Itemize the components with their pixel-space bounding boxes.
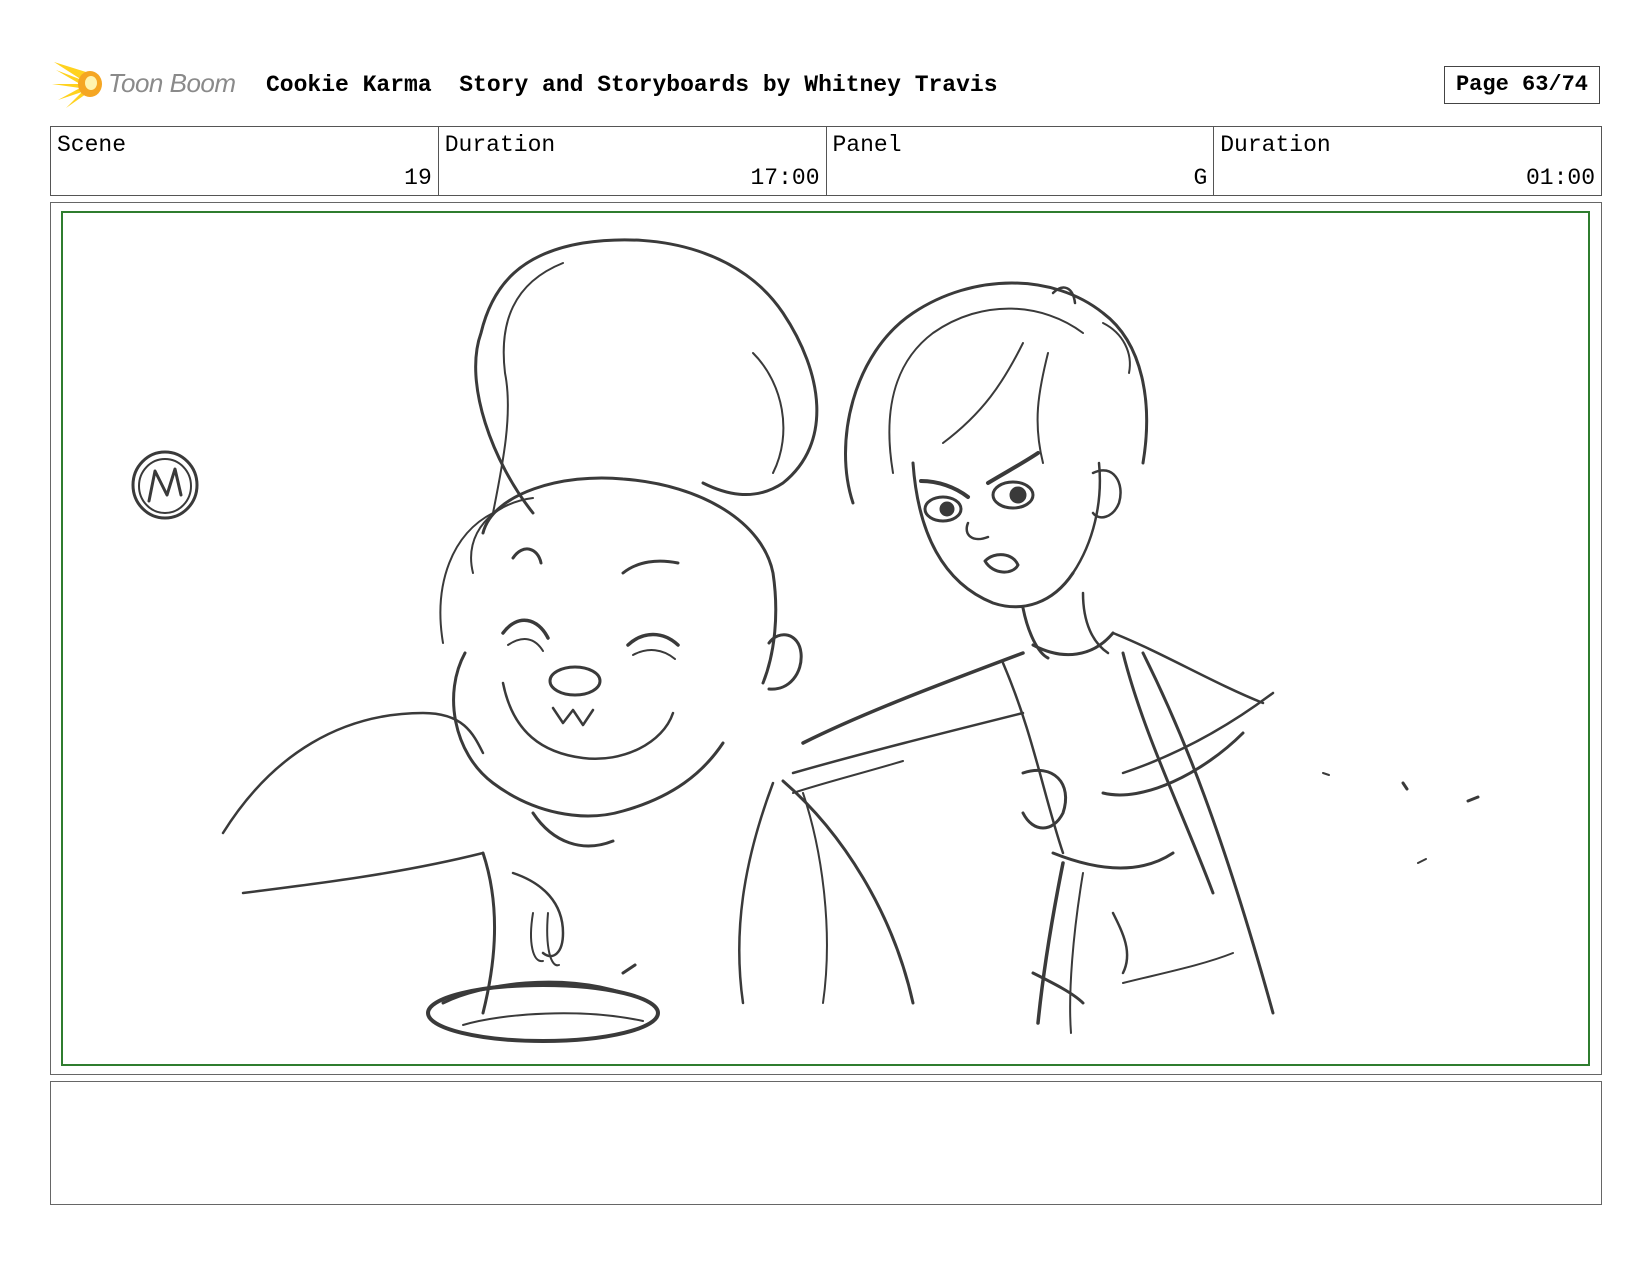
scene-duration-label: Duration [444,132,556,158]
panel-duration-value: 01:00 [1525,165,1595,191]
panel-label: Panel [832,132,902,158]
storyboard-sketch [131,238,1480,1043]
storyboard-panel [50,202,1602,1075]
grandma-sketch [221,238,915,1043]
notes-box [50,1081,1602,1205]
page-number: Page 63/74 [1444,66,1600,104]
girl-sketch [791,281,1275,1034]
logo-wordmark: Toon Boom [108,68,236,98]
document-title: Cookie Karma Story and Storyboards by Wh… [266,72,998,98]
cookie-sketch [131,450,199,520]
panel-cell: Panel G [827,127,1215,195]
scene-value: 19 [404,165,432,191]
panel-duration-cell: Duration 01:00 [1214,127,1601,195]
page-header: Toon Boom Cookie Karma Story and Storybo… [52,58,1602,110]
scene-label: Scene [57,132,127,158]
panel-duration-label: Duration [1220,132,1331,158]
scene-duration-value: 17:00 [750,165,820,191]
panel-info-table: Scene 19 Duration 17:00 Panel G Duration… [50,126,1602,196]
toon-boom-logo: Toon Boom [52,58,252,110]
scene-cell: Scene 19 [51,127,439,195]
panel-value: G [1193,165,1208,191]
toon-boom-star-icon [52,62,102,108]
panel-frame [61,211,1590,1066]
scene-duration-cell: Duration 17:00 [439,127,827,195]
